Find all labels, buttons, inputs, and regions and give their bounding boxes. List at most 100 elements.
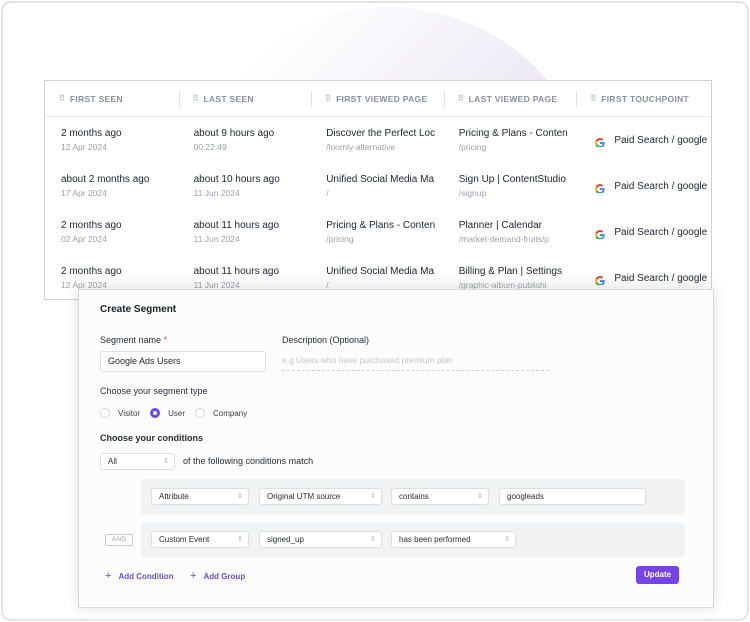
condition-field-select[interactable]: Original UTM source ⇕ [259,488,382,505]
column-header-first-touchpoint[interactable]: ⠿ FIRST TOUCHPOINT [576,90,711,107]
drag-handle-icon[interactable]: ⠿ [325,94,331,103]
google-icon [595,181,606,193]
condition-type-select[interactable]: Attribute ⇕ [151,488,249,505]
match-text: of the following conditions match [183,456,314,466]
column-header-last-seen[interactable]: ⠿ LAST SEEN [178,90,312,107]
select-arrows-icon: ⇕ [370,536,376,543]
description-label: Description (Optional) [282,335,370,345]
last-seen-cell: about 10 hours ago 11 Jun 2024 [179,173,312,200]
last-viewed-page-cell: Planner | Calendar/market-demand-fruits/… [444,219,577,246]
segment-name-label: Segment name * [100,335,168,345]
and-connector-badge[interactable]: AND [105,534,133,546]
touchpoint-text: Paid Search / google [614,272,708,284]
select-arrows-icon: ⇕ [237,536,243,543]
first-seen-cell: 2 months ago 12 Apr 2024 [45,127,179,154]
match-select[interactable]: All ⇕ [100,453,175,470]
google-icon [595,135,606,147]
last-seen-cell-sub: 00:22:49 [193,141,227,152]
radio-selected-icon[interactable] [150,408,161,418]
first-seen-cell: about 2 months ago 17 Apr 2024 [45,173,179,200]
table-row[interactable]: 2 months ago 02 Apr 2024 about 11 hours ag… [45,209,711,255]
first-touchpoint-cell: Paid Search / google [576,180,711,193]
drag-handle-icon[interactable]: ⠿ [59,94,65,103]
plus-icon: + [190,570,197,582]
conditions-label: Choose your conditions [100,433,204,443]
last-viewed-page-cell: Billing & Plan | Settings/graphic-album-… [444,265,577,292]
first-viewed-page-cell: Pricing & Plans - Conten/pricing [311,219,444,246]
radio-user[interactable]: User [150,408,185,418]
first-seen-cell-sub: 02 Apr 2024 [61,233,107,244]
last-seen-cell-main: about 11 hours ago [193,219,280,231]
last-seen-cell-main: about 10 hours ago [193,173,280,185]
last-seen-cell-main: about 11 hours ago [193,265,280,277]
first-viewed-page-cell-sub: / [326,187,329,198]
segment-name-input[interactable]: Google Ads Users [100,351,266,372]
radio-icon[interactable] [100,408,110,418]
first-seen-cell-main: 2 months ago [61,265,122,277]
last-viewed-page-cell: Pricing & Plans - Conten/pricing [444,127,577,154]
first-viewed-page-cell-main: Unified Social Media Ma [326,265,435,277]
first-viewed-page-cell: Unified Social Media Ma / [311,173,444,200]
create-segment-modal: Create Segment Segment name * Google Ads… [78,289,714,608]
first-viewed-page-cell-main: Unified Social Media Ma [326,173,435,185]
first-viewed-page-cell-sub: /loomly-alternative [326,141,396,152]
condition-value-input[interactable]: googleads [499,488,646,505]
first-seen-cell: 2 months ago 12 Apr 2024 [45,265,179,292]
event-name-select[interactable]: signed_up ⇕ [259,531,382,548]
screenshot-frame: ⠿ FIRST SEEN ⠿ LAST SEEN ⠿ FIRST VIEWED PAG… [1,1,749,621]
last-viewed-page-cell-main: Sign Up | ContentStudio [458,173,566,185]
google-icon [595,273,606,285]
first-seen-cell-main: 2 months ago [61,219,122,231]
event-type-select[interactable]: Custom Event ⇕ [151,531,249,548]
first-viewed-page-cell-sub: /pricing [326,233,354,244]
drag-handle-icon[interactable]: ⠿ [193,94,199,103]
first-viewed-page-cell: Unified Social Media Ma / [311,265,444,292]
last-viewed-page-cell-main: Billing & Plan | Settings [458,265,562,277]
select-arrows-icon: ⇕ [237,493,243,500]
last-viewed-page-cell-main: Pricing & Plans - Conten [458,127,568,139]
last-seen-cell: about 9 hours ago 00:22:49 [179,127,312,154]
event-operator-select[interactable]: has been performed ⇕ [391,531,516,548]
first-viewed-page-cell-main: Discover the Perfect Loc [326,127,436,139]
table-row[interactable]: about 2 months ago 17 Apr 2024 about 10 ho… [45,163,711,209]
select-arrows-icon: ⇕ [370,493,376,500]
touchpoint-text: Paid Search / google [614,180,708,192]
last-seen-cell-sub: 11 Jun 2024 [193,187,240,198]
required-mark: * [163,335,168,345]
radio-company[interactable]: Company [194,408,247,418]
condition-operator-select[interactable]: contains ⇕ [391,488,489,505]
last-seen-cell: about 11 hours ago 11 Jun 2024 [179,265,312,292]
users-table: ⠿ FIRST SEEN ⠿ LAST SEEN ⠿ FIRST VIEWED PAG… [44,80,712,300]
first-touchpoint-cell: Paid Search / google [576,226,711,239]
google-icon [595,227,606,239]
modal-title: Create Segment [100,304,177,315]
update-button[interactable]: Update [636,566,679,584]
first-touchpoint-cell: Paid Search / google [576,134,711,147]
last-seen-cell: about 11 hours ago 11 Jun 2024 [179,219,312,246]
first-viewed-page-cell: Discover the Perfect Loc/loomly-alternat… [311,127,444,154]
column-header-first-viewed-page[interactable]: ⠿ FIRST VIEWED PAGE [311,90,444,107]
add-group-button[interactable]: + Add Group [190,570,245,582]
radio-icon[interactable] [194,408,205,418]
last-viewed-page-cell-sub: /market-demand-fruits/p [458,233,550,244]
last-viewed-page-cell-sub: /pricing [458,141,487,152]
last-seen-cell-main: about 9 hours ago [193,127,275,139]
select-arrows-icon: ⇕ [477,493,483,500]
first-seen-cell-sub: 12 Apr 2024 [61,141,107,152]
segment-type-radio-group: Visitor User Company [100,408,257,418]
last-viewed-page-cell-main: Planner | Calendar [458,219,542,231]
add-condition-button[interactable]: + Add Condition [105,570,174,582]
touchpoint-text: Paid Search / google [614,134,708,146]
radio-visitor[interactable]: Visitor [100,408,140,418]
first-viewed-page-cell-main: Pricing & Plans - Conten [326,219,436,231]
description-input[interactable]: e.g Users who have purchased premium pla… [282,351,549,371]
drag-handle-icon[interactable]: ⠿ [458,94,464,103]
column-header-first-seen[interactable]: ⠿ FIRST SEEN [45,91,179,107]
table-header: ⠿ FIRST SEEN ⠿ LAST SEEN ⠿ FIRST VIEWED PAG… [45,81,711,117]
plus-icon: + [105,570,112,582]
column-header-last-viewed-page[interactable]: ⠿ LAST VIEWED PAGE [443,90,577,107]
drag-handle-icon[interactable]: ⠿ [590,94,596,103]
select-arrows-icon: ⇕ [163,458,169,465]
last-seen-cell-sub: 11 Jun 2024 [193,233,240,244]
table-row[interactable]: 2 months ago 12 Apr 2024 about 9 hours ago… [45,117,711,163]
